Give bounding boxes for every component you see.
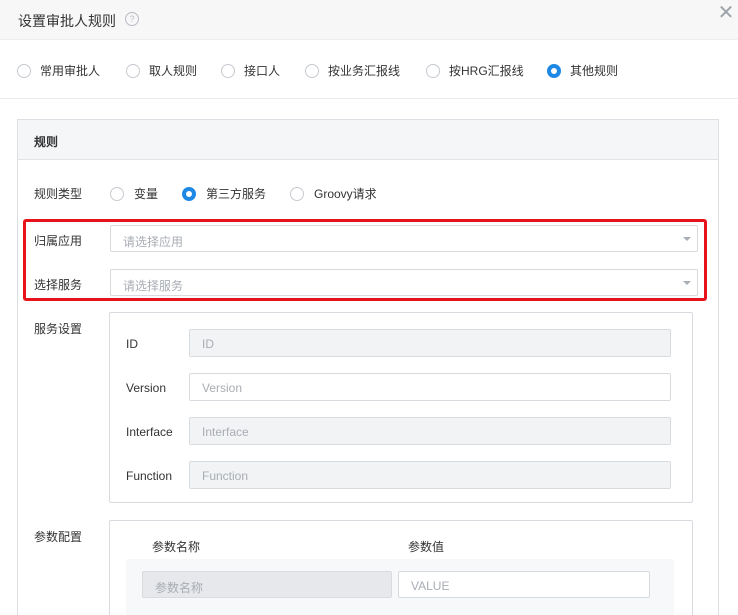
param-value-placeholder: VALUE	[411, 579, 450, 593]
rule-tab-common-approver[interactable]: 常用审批人	[17, 62, 100, 79]
rule-tab-business-report-line[interactable]: 按业务汇报线	[305, 62, 400, 79]
rule-tab-label: 接口人	[244, 64, 281, 78]
rule-tab-label: 按HRG汇报线	[449, 64, 524, 78]
param-name-header: 参数名称	[152, 540, 201, 554]
radio-button[interactable]	[305, 63, 319, 78]
close-icon[interactable]: ✕	[717, 3, 735, 23]
field-function-label: Function	[126, 469, 173, 483]
function-input-placeholder: Function	[202, 469, 249, 483]
radio-button[interactable]	[221, 63, 235, 78]
rule-type-label: 规则类型	[34, 187, 83, 201]
field-id-label: ID	[126, 337, 138, 351]
rule-tab-label: 常用审批人	[40, 64, 101, 78]
highlight-box	[23, 219, 707, 301]
radio-button[interactable]	[110, 186, 124, 201]
service-settings-label: 服务设置	[34, 322, 83, 336]
radio-button-checked[interactable]	[547, 63, 561, 78]
params-label: 参数配置	[34, 530, 83, 544]
param-name-placeholder: 参数名称	[155, 581, 204, 595]
version-input-placeholder: Version	[202, 381, 243, 395]
id-input-placeholder: ID	[202, 337, 214, 351]
radio-button-checked[interactable]	[182, 186, 196, 201]
rule-tab-other-rules[interactable]: 其他规则	[547, 62, 618, 79]
function-input[interactable]: Function	[189, 461, 671, 489]
radio-button[interactable]	[426, 63, 440, 78]
radio-button[interactable]	[17, 63, 31, 78]
rule-type-label-text: Groovy请求	[314, 187, 377, 201]
rule-tab-label: 取人规则	[149, 64, 198, 78]
interface-input-placeholder: Interface	[202, 425, 249, 439]
field-version-label: Version	[126, 381, 167, 395]
help-icon[interactable]: ?	[125, 12, 139, 26]
panel-header: 规则	[18, 120, 718, 160]
dialog-title: 设置审批人规则	[18, 13, 116, 29]
rule-type-groovy-request[interactable]: Groovy请求	[290, 185, 377, 202]
rule-type-variable[interactable]: 变量	[110, 185, 158, 202]
rule-tab-label: 按业务汇报线	[328, 64, 401, 78]
panel-title: 规则	[34, 135, 59, 149]
rule-type-label-text: 第三方服务	[206, 187, 267, 201]
rule-tab-interface-person[interactable]: 接口人	[221, 62, 280, 79]
interface-input[interactable]: Interface	[189, 417, 671, 445]
version-input[interactable]: Version	[189, 373, 671, 401]
rule-type-label-text: 变量	[134, 187, 159, 201]
param-value-input[interactable]: VALUE	[398, 571, 650, 598]
id-input[interactable]: ID	[189, 329, 671, 357]
radio-button[interactable]	[290, 186, 304, 201]
rule-type-third-party-service[interactable]: 第三方服务	[182, 185, 266, 202]
rule-tab-pick-rule[interactable]: 取人规则	[126, 62, 197, 79]
param-name-input[interactable]: 参数名称	[142, 571, 392, 598]
radio-button[interactable]	[126, 63, 140, 78]
rule-tab-hrg-report-line[interactable]: 按HRG汇报线	[426, 62, 524, 79]
param-value-header: 参数值	[408, 540, 445, 554]
rule-tab-label: 其他规则	[570, 64, 619, 78]
divider	[0, 98, 738, 99]
field-interface-label: Interface	[126, 425, 173, 439]
dialog-header: 设置审批人规则 ? ✕	[0, 0, 738, 40]
